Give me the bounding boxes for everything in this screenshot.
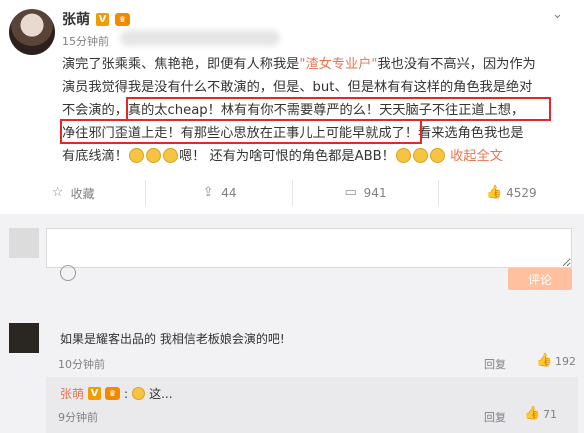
- emoji-icon: [395, 148, 411, 163]
- reply-author: 张萌 V ♛ : 这...: [60, 385, 173, 402]
- action-bar: ☆ 收藏 ⇪ 44 ▭ 941 👍 4529: [0, 180, 584, 206]
- comment-input[interactable]: [46, 228, 572, 268]
- share-icon: ⇪: [202, 185, 214, 200]
- comment-icon: ▭: [344, 185, 357, 200]
- reply-author-name[interactable]: 张萌: [60, 385, 84, 402]
- reply-like-button[interactable]: 👍 71: [524, 407, 557, 421]
- crown-icon: ♛: [115, 12, 130, 26]
- commenter-avatar[interactable]: [9, 323, 39, 353]
- highlight-box-1: [126, 97, 551, 121]
- crown-icon: ♛: [105, 387, 121, 400]
- collapse-link[interactable]: 收起全文: [450, 149, 503, 164]
- thumbs-up-icon: 👍: [536, 353, 553, 368]
- post-time[interactable]: 15分钟前: [62, 33, 109, 49]
- emoji-icon: [412, 148, 428, 163]
- thumbs-up-icon: 👍: [524, 406, 541, 421]
- repost-button[interactable]: ⇪ 44: [146, 180, 293, 206]
- reply-reply-button[interactable]: 回复: [484, 409, 506, 425]
- emoji-picker-icon[interactable]: [60, 265, 76, 281]
- comment-like-button[interactable]: 👍 192: [536, 354, 576, 368]
- comment-time: 10分钟前: [58, 358, 105, 371]
- emoji-icon: [429, 148, 445, 163]
- author-avatar[interactable]: [9, 9, 55, 55]
- comment-button[interactable]: ▭ 941: [293, 180, 439, 206]
- thumbs-up-icon: 👍: [486, 185, 503, 200]
- post-line-5: 有底线滴！ 嗯！ 还有为啥可恨的角色都是ABB！ 收起全文: [62, 148, 503, 164]
- emoji-icon: [132, 387, 146, 400]
- author-info: 张萌 V ♛: [62, 9, 130, 29]
- comment-text: 如果是耀客出品的 我相信老板娘会演的吧!: [60, 332, 285, 346]
- star-icon: ☆: [51, 185, 64, 200]
- my-avatar: [9, 228, 39, 258]
- hashtag-link[interactable]: "渣女专业户": [299, 57, 377, 72]
- chevron-down-icon[interactable]: ⌄: [552, 7, 570, 22]
- emoji-icon: [145, 148, 161, 163]
- reply-text: 这...: [149, 387, 173, 401]
- verified-icon: V: [96, 12, 109, 26]
- emoji-icon: [162, 148, 178, 163]
- post-line-1: 演完了张乘乘、焦艳艳，即便有人称我是"渣女专业户"我也没有不高兴，因为作为: [62, 57, 536, 72]
- favorite-button[interactable]: ☆ 收藏: [0, 180, 147, 206]
- post-line-2: 演员我觉得我是没有什么不敢演的，但是、but、但是林有有这样的角色我是绝对: [62, 80, 533, 95]
- submit-comment-button[interactable]: 评论: [508, 268, 572, 290]
- blurred-area: [120, 30, 280, 46]
- comment-reply-button[interactable]: 回复: [484, 356, 506, 372]
- author-name[interactable]: 张萌: [62, 9, 90, 29]
- reply-time: 9分钟前: [58, 411, 98, 424]
- emoji-icon: [128, 148, 144, 163]
- highlight-box-2: [60, 119, 422, 144]
- like-button[interactable]: 👍 4529: [439, 180, 584, 206]
- verified-icon: V: [88, 387, 102, 400]
